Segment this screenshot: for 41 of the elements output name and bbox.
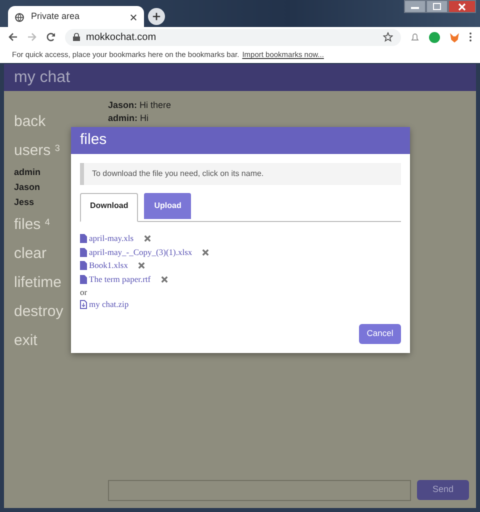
hint-text: To download the file you need, click on its name. [80,163,401,185]
browser-tab[interactable]: Private area [8,6,144,28]
message-field[interactable] [108,480,411,500]
back-icon[interactable] [8,32,18,42]
delete-icon[interactable] [138,262,145,270]
reload-icon[interactable] [46,32,56,42]
maximize-icon [433,3,441,10]
delete-icon[interactable] [160,276,168,283]
minimize-icon [411,4,419,8]
fox-icon[interactable] [449,32,460,42]
extension-icon[interactable] [429,32,440,42]
globe-icon [15,12,24,22]
send-button[interactable]: Send [417,480,469,500]
separator-text: or [80,286,88,298]
address-bar[interactable]: mokkochat.com [65,28,401,46]
chat-message: Jason: Hi there [108,99,172,112]
maximize-button[interactable] [426,0,448,13]
close-icon[interactable] [130,14,137,20]
chat-message: admin: Hi [108,112,150,125]
file-link[interactable]: Book1.xlsx [89,259,128,272]
dialog-tab[interactable]: Download [80,193,138,222]
close-button[interactable] [448,0,476,13]
menu-icon[interactable] [469,32,472,42]
dialog-title: files [80,130,107,150]
delete-icon[interactable] [202,248,210,256]
file-link[interactable]: april-may_-_Copy_(3)(1).xlsx [89,246,192,259]
delete-icon[interactable] [144,235,151,242]
dialog-tab[interactable]: Upload [144,193,192,219]
file-link[interactable]: The term paper.rtf [89,272,151,286]
new-tab-button[interactable] [148,8,165,25]
close-icon [458,2,466,10]
lock-icon [73,33,80,41]
minimize-button[interactable] [404,0,426,13]
plus-icon [152,12,161,21]
star-icon[interactable] [383,32,393,42]
archive-link[interactable]: my chat.zip [89,298,129,312]
bell-icon[interactable] [410,32,420,42]
download-file-icon [80,300,87,310]
app-title: my chat [14,68,70,88]
file-link[interactable]: april-may.xls [89,232,134,246]
cancel-button[interactable]: Cancel [359,324,401,344]
